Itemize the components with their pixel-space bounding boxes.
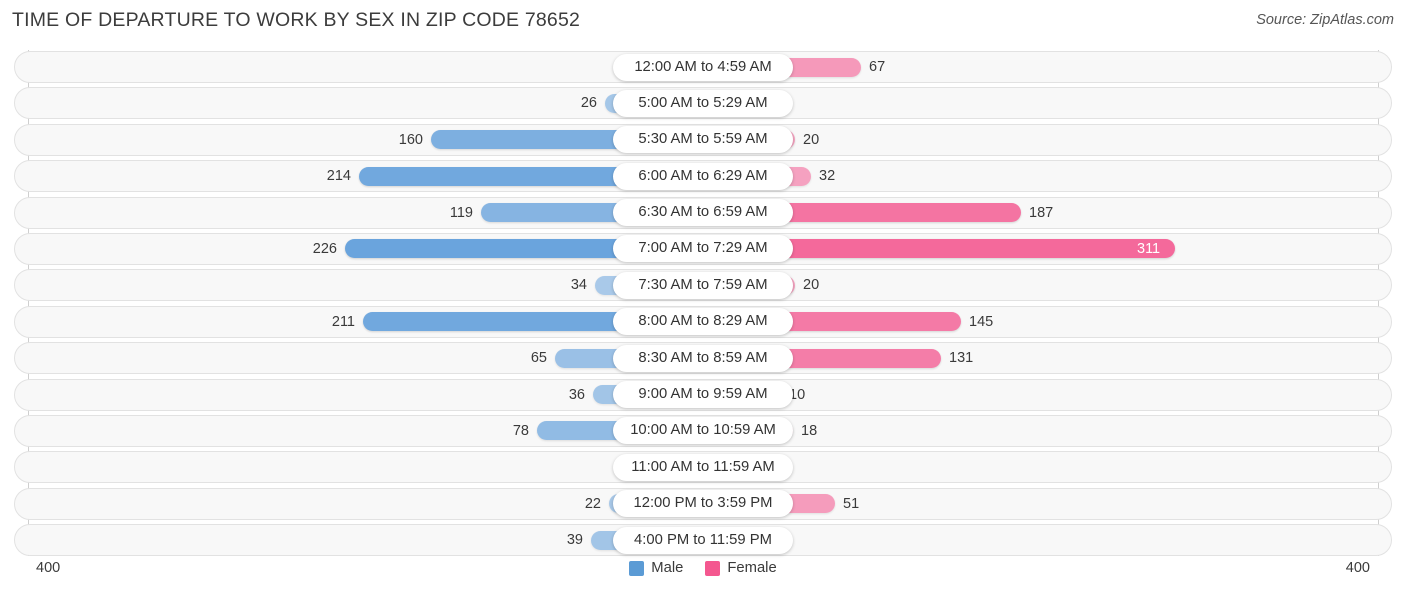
legend-swatch-icon: [629, 560, 645, 576]
category-label: 4:00 PM to 11:59 PM: [613, 526, 793, 554]
chart-row: 34 20 7:30 AM to 7:59 AM: [0, 268, 1406, 304]
chart-plot-area: 26712:00 AM to 4:59 AM2605:00 AM to 5:29…: [0, 50, 1406, 557]
category-label: 12:00 PM to 3:59 PM: [613, 490, 793, 518]
chart-row: 65 131 8:30 AM to 8:59 AM: [0, 341, 1406, 377]
category-label: 7:00 AM to 7:29 AM: [613, 235, 793, 263]
value-label-female: 131: [949, 350, 974, 367]
category-label: 5:30 AM to 5:59 AM: [613, 126, 793, 154]
value-label-male: 36: [568, 386, 585, 403]
value-label-male: 65: [530, 350, 547, 367]
value-label-female: 67: [869, 59, 886, 75]
chart-legend: Male Female: [0, 560, 1406, 576]
chart-header: TIME OF DEPARTURE TO WORK BY SEX IN ZIP …: [0, 0, 1406, 42]
value-label-male: 119: [449, 204, 473, 221]
value-label-male: 39: [566, 532, 583, 549]
legend-swatch-icon: [705, 560, 721, 576]
chart-row: 36 10 9:00 AM to 9:59 AM: [0, 378, 1406, 414]
value-label-male: 26: [580, 95, 597, 112]
category-label: 8:30 AM to 8:59 AM: [613, 344, 793, 372]
chart-row: 5011:00 AM to 11:59 AM: [0, 450, 1406, 486]
chart-row: 160 20 5:30 AM to 5:59 AM: [0, 123, 1406, 159]
value-label-male: 226: [312, 240, 337, 257]
value-label-male: 160: [398, 131, 423, 148]
chart-row: 3904:00 PM to 11:59 PM: [0, 523, 1406, 559]
category-label: 9:00 AM to 9:59 AM: [613, 381, 793, 409]
chart-row: 211 145 8:00 AM to 8:29 AM: [0, 305, 1406, 341]
category-label: 6:00 AM to 6:29 AM: [613, 162, 793, 190]
chart-row: 2605:00 AM to 5:29 AM: [0, 86, 1406, 122]
value-label-female: 18: [801, 422, 818, 439]
value-label-male: 78: [512, 422, 529, 439]
value-label-male: 22: [584, 495, 601, 512]
legend-label: Female: [727, 560, 777, 576]
chart-row: 226 311 7:00 AM to 7:29 AM: [0, 232, 1406, 268]
category-label: 10:00 AM to 10:59 AM: [613, 417, 793, 445]
category-label: 12:00 AM to 4:59 AM: [613, 53, 793, 81]
category-label: 11:00 AM to 11:59 AM: [613, 453, 793, 481]
value-label-male: 34: [570, 277, 587, 294]
category-label: 5:00 AM to 5:29 AM: [613, 89, 793, 117]
chart-footer: 400 400 Male Female: [0, 556, 1406, 595]
legend-item[interactable]: Male: [629, 560, 683, 576]
value-label-female: 187: [1029, 204, 1054, 221]
category-label: 6:30 AM to 6:59 AM: [613, 199, 793, 227]
value-label-female: 32: [819, 168, 836, 185]
value-label-female: 51: [843, 495, 860, 512]
category-label: 7:30 AM to 7:59 AM: [613, 271, 793, 299]
chart-row: 22 51 12:00 PM to 3:59 PM: [0, 487, 1406, 523]
chart-row: 26712:00 AM to 4:59 AM: [0, 50, 1406, 86]
value-label-male: 214: [326, 168, 351, 185]
legend-label: Male: [651, 560, 684, 576]
source-attribution: Source: ZipAtlas.com: [1256, 12, 1394, 28]
value-label-female: 311: [1137, 240, 1161, 257]
legend-item[interactable]: Female: [705, 560, 777, 576]
category-label: 8:00 AM to 8:29 AM: [613, 308, 793, 336]
chart-row: 78 18 10:00 AM to 10:59 AM: [0, 414, 1406, 450]
value-label-female: 20: [803, 277, 820, 294]
page-title: TIME OF DEPARTURE TO WORK BY SEX IN ZIP …: [12, 9, 581, 31]
value-label-female: 145: [969, 313, 994, 330]
value-label-female: 20: [803, 131, 820, 148]
chart-row: 119 187 6:30 AM to 6:59 AM: [0, 196, 1406, 232]
chart-rows: 26712:00 AM to 4:59 AM2605:00 AM to 5:29…: [0, 50, 1406, 559]
value-label-male: 211: [331, 313, 355, 330]
chart-row: 214 32 6:00 AM to 6:29 AM: [0, 159, 1406, 195]
